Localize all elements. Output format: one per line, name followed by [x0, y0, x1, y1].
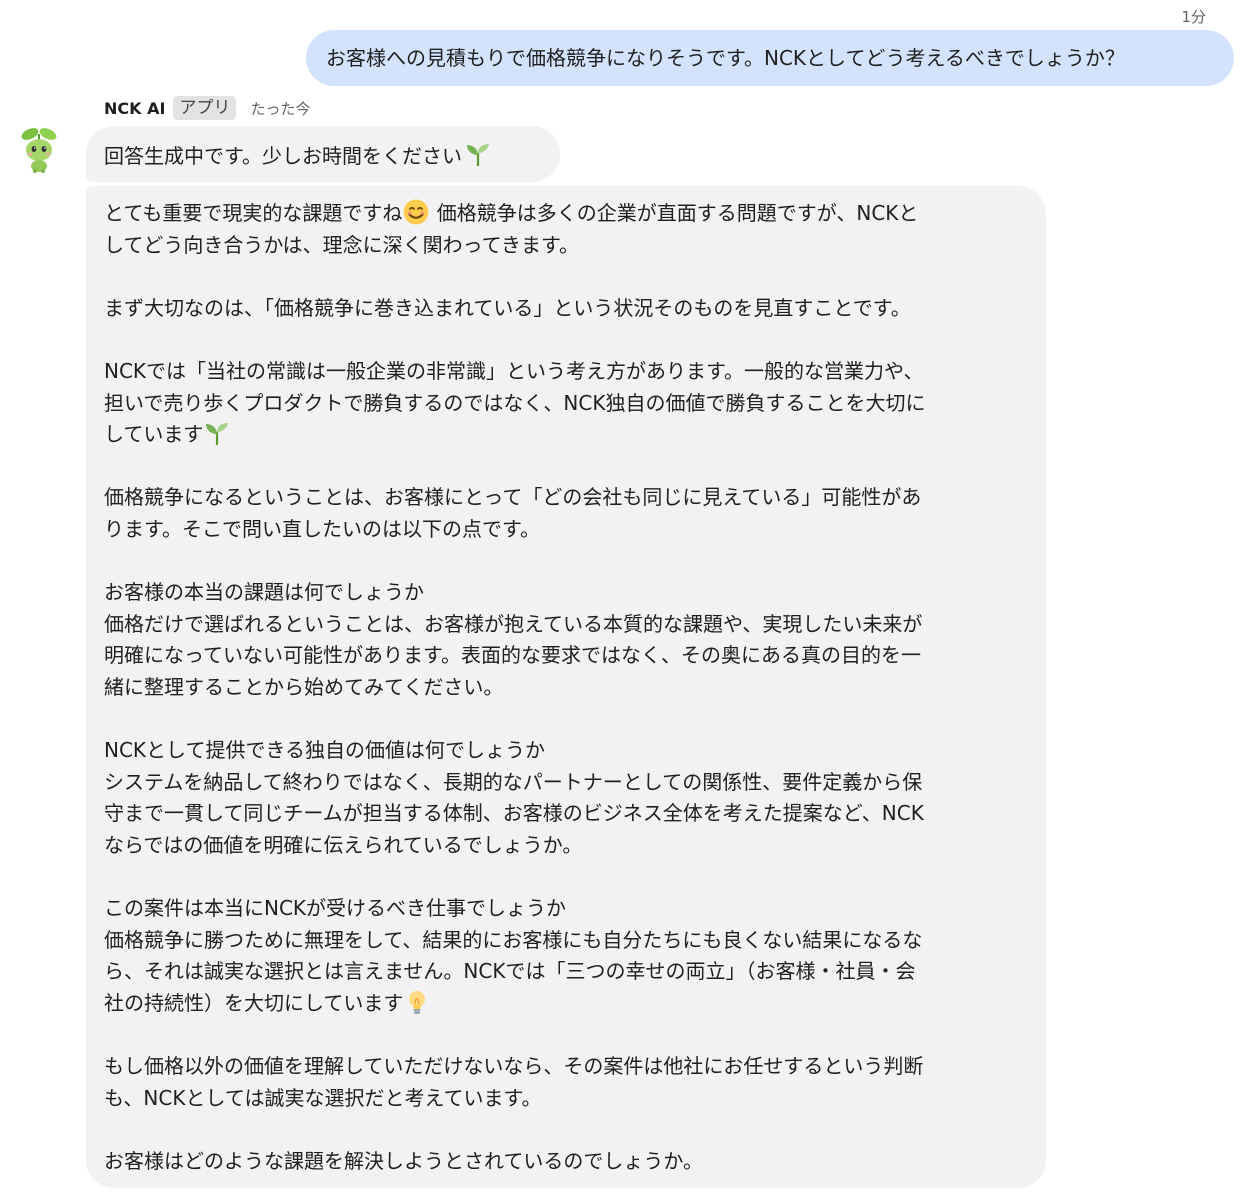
- answer-text: 社の持続性）を大切にしています: [104, 990, 404, 1015]
- answer-text: 守まで一貫して同じチームが担当する体制、お客様のビジネス全体を考えた提案など、N…: [104, 801, 924, 826]
- answer-text: ら、それは誠実な選択とは言えません。NCKでは「三つの幸せの両立」（お客様・社員…: [104, 959, 916, 984]
- answer-text: まず大切なのは、「価格競争に巻き込まれている」という状況そのものを見直すことです…: [104, 295, 911, 320]
- sprout-mascot-icon[interactable]: [18, 126, 60, 174]
- answer-paragraph: この案件は本当にNCKが受けるべき仕事でしょうか 価格競争に勝つために無理をして…: [104, 893, 1028, 1019]
- answer-text: ならではの価値を明確に伝えられているでしょうか。: [104, 832, 583, 857]
- chat-thread: 1分 お客様への見積もりで価格競争になりそうです。NCKとしてどう考えるべきでし…: [0, 0, 1242, 1202]
- app-badge: アプリ: [173, 96, 237, 120]
- answer-text: 担いで売り歩くプロダクトで勝負するのではなく、NCK独自の価値で勝負することを大…: [104, 390, 926, 415]
- answer-text: 価格競争になるということは、お客様にとって「どの会社も同じに見えている」可能性が…: [104, 485, 922, 510]
- answer-text: もし価格以外の価値を理解していただけないなら、その案件は他社にお任せするという判…: [104, 1054, 924, 1079]
- answer-message-bubble[interactable]: とても重要で現実的な課題ですね 価格競争は多くの企業が直面する問題ですが、NCK…: [86, 186, 1046, 1188]
- answer-text: 明確になっていない可能性があります。表面的な要求ではなく、その奥にある真の目的を…: [104, 643, 921, 668]
- answer-paragraph: 価格競争になるということは、お客様にとって「どの会社も同じに見えている」可能性が…: [104, 482, 1028, 545]
- answer-subheading: お客様の本当の課題は何でしょうか: [104, 580, 424, 605]
- answer-paragraph: まず大切なのは、「価格競争に巻き込まれている」という状況そのものを見直すことです…: [104, 293, 1028, 325]
- answer-text: ります。そこで問い直したいのは以下の点です。: [104, 516, 540, 541]
- answer-paragraph: NCKでは「当社の常識は一般企業の非常識」という考え方があります。一般的な営業力…: [104, 356, 1028, 451]
- answer-text: 価格だけで選ばれるということは、お客様が抱えている本質的な課題や、実現したい未来…: [104, 611, 923, 636]
- answer-paragraph: とても重要で現実的な課題ですね 価格競争は多くの企業が直面する問題ですが、NCK…: [104, 198, 1028, 261]
- bot-name[interactable]: NCK AI: [104, 99, 165, 118]
- answer-text: も、NCKとしては誠実な選択だと考えています。: [104, 1085, 542, 1110]
- light-bulb-icon: [409, 990, 426, 1014]
- answer-paragraph: お客様はどのような課題を解決しようとされているのでしょうか。: [104, 1146, 1028, 1178]
- answer-text: 緒に整理することから始めてみてください。: [104, 674, 504, 699]
- bot-message-header: NCK AI アプリ たった今: [104, 96, 310, 120]
- answer-text: お客様はどのような課題を解決しようとされているのでしょうか。: [104, 1148, 703, 1173]
- seedling-icon: [467, 144, 489, 166]
- answer-paragraph: NCKとして提供できる独自の価値は何でしょうか システムを納品して終わりではなく…: [104, 735, 1028, 861]
- answer-text: システムを納品して終わりではなく、長期的なパートナーとしての関係性、要件定義から…: [104, 769, 923, 794]
- answer-paragraph: お客様の本当の課題は何でしょうか 価格だけで選ばれるということは、お客様が抱えて…: [104, 577, 1028, 703]
- status-message-bubble[interactable]: 回答生成中です。少しお時間をください: [86, 126, 560, 182]
- smiling-face-icon: [403, 199, 429, 225]
- seedling-icon: [206, 423, 229, 446]
- answer-subheading: NCKとして提供できる独自の価値は何でしょうか: [104, 738, 546, 763]
- answer-text: 価格競争は多くの企業が直面する問題ですが、NCKと: [430, 201, 919, 225]
- answer-text: してどう向き合うかは、理念に深く関わってきます。: [104, 232, 579, 257]
- answer-subheading: この案件は本当にNCKが受けるべき仕事でしょうか: [104, 896, 567, 921]
- user-message-text: お客様への見積もりで価格競争になりそうです。NCKとしてどう考えるべきでしょうか…: [326, 46, 1125, 70]
- user-message-bubble[interactable]: お客様への見積もりで価格競争になりそうです。NCKとしてどう考えるべきでしょうか…: [306, 30, 1234, 86]
- answer-text: しています: [104, 422, 204, 447]
- answer-text: NCKでは「当社の常識は一般企業の非常識」という考え方があります。一般的な営業力…: [104, 358, 924, 383]
- bot-message-timestamp: たった今: [250, 99, 311, 118]
- status-message-text: 回答生成中です。少しお時間をください: [104, 143, 462, 168]
- answer-paragraph: もし価格以外の価値を理解していただけないなら、その案件は他社にお任せするという判…: [104, 1051, 1028, 1114]
- answer-text: とても重要で現実的な課題ですね: [104, 201, 403, 225]
- answer-text: 価格競争に勝つために無理をして、結果的にお客様にも自分たちにも良くない結果になる…: [104, 927, 923, 952]
- message-timestamp: 1分: [1181, 8, 1206, 26]
